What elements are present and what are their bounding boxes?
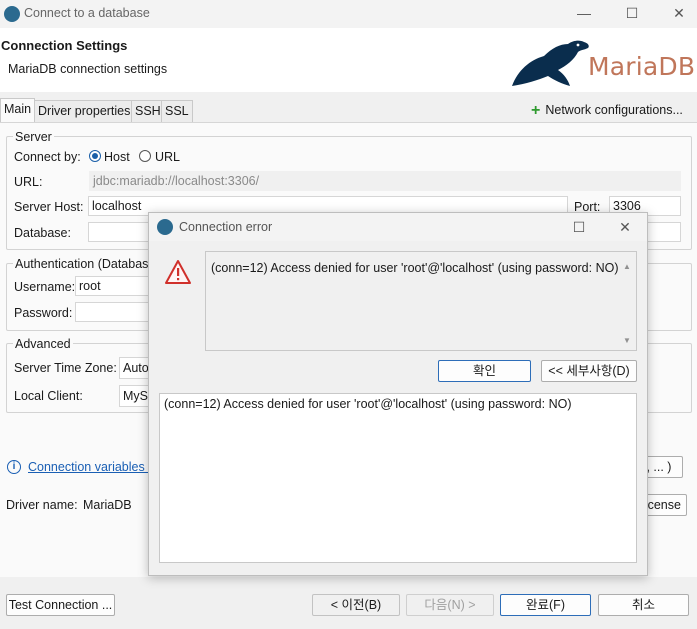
password-input[interactable]: [75, 302, 155, 322]
close-button[interactable]: ✕: [664, 3, 694, 25]
url-field[interactable]: jdbc:mariadb://localhost:3306/: [89, 171, 681, 191]
error-message: (conn=12) Access denied for user 'root'@…: [211, 261, 619, 275]
wizard-header: Connection Settings MariaDB connection s…: [0, 28, 697, 92]
error-message-box[interactable]: (conn=12) Access denied for user 'root'@…: [205, 251, 637, 351]
dialog-titlebar: Connection error ☐ ✕: [149, 213, 647, 241]
advanced-group-title: Advanced: [13, 337, 73, 351]
local-client-label: Local Client:: [14, 389, 83, 403]
info-icon: i: [7, 460, 21, 474]
database-label: Database:: [14, 226, 71, 240]
dialog-maximize-button[interactable]: ☐: [564, 217, 594, 239]
driver-name-label: Driver name:: [6, 498, 78, 512]
tab-main[interactable]: Main: [0, 98, 36, 122]
window-title: Connect to a database: [24, 6, 150, 20]
cancel-button[interactable]: 취소: [598, 594, 689, 616]
network-configurations-label: Network configurations...: [545, 103, 683, 117]
sea-lion-icon: [512, 40, 589, 86]
server-time-zone-label: Server Time Zone:: [14, 361, 117, 375]
server-group-title: Server: [13, 130, 54, 144]
url-radio-label: URL: [155, 150, 181, 164]
page-title: Connection Settings: [1, 38, 128, 53]
password-label: Password:: [14, 306, 73, 320]
tab-ssh[interactable]: SSH: [131, 100, 165, 122]
scroll-down-arrow-icon[interactable]: ▼: [623, 336, 631, 345]
network-configurations-link[interactable]: + Network configurations...: [531, 101, 683, 119]
auth-group-title: Authentication (Database: [13, 257, 158, 271]
url-radio[interactable]: [139, 150, 151, 162]
scroll-up-arrow-icon[interactable]: ▲: [623, 262, 631, 271]
connect-by-label: Connect by:: [14, 150, 81, 164]
host-radio[interactable]: [89, 150, 101, 162]
tab-driver-properties[interactable]: Driver properties: [34, 100, 135, 122]
error-details-box[interactable]: (conn=12) Access denied for user 'root'@…: [159, 393, 637, 563]
username-label: Username:: [14, 280, 76, 294]
tab-ssl[interactable]: SSL: [161, 100, 193, 122]
ok-button[interactable]: 확인: [438, 360, 531, 382]
back-button[interactable]: < 이전(B): [312, 594, 400, 616]
connection-error-dialog: Connection error ☐ ✕ (conn=12) Access de…: [148, 212, 648, 576]
dialog-title: Connection error: [179, 220, 273, 234]
error-detail-text: (conn=12) Access denied for user 'root'@…: [164, 397, 572, 411]
dbeaver-app-icon: [4, 6, 20, 22]
host-radio-label: Host: [104, 150, 130, 164]
test-connection-button[interactable]: Test Connection ...: [6, 594, 115, 616]
dbeaver-app-icon: [157, 219, 173, 235]
dialog-close-button[interactable]: ✕: [610, 217, 640, 239]
warning-icon: [165, 260, 191, 284]
server-host-label: Server Host:: [14, 200, 84, 214]
message-scrollbar[interactable]: ▲ ▼: [619, 252, 636, 350]
details-button[interactable]: << 세부사항(D): [541, 360, 637, 382]
maximize-button[interactable]: ☐: [617, 3, 647, 25]
window-titlebar: Connect to a database — ☐ ✕: [0, 0, 697, 28]
finish-button[interactable]: 완료(F): [500, 594, 591, 616]
logo-text: MariaDB: [588, 52, 696, 81]
mariadb-logo: MariaDB: [508, 30, 697, 90]
username-input[interactable]: root: [75, 276, 155, 296]
page-subtitle: MariaDB connection settings: [8, 62, 168, 76]
driver-name-value: MariaDB: [83, 498, 132, 512]
next-button[interactable]: 다음(N) >: [406, 594, 494, 616]
minimize-button[interactable]: —: [569, 3, 599, 25]
plus-icon: +: [531, 102, 541, 119]
url-label: URL:: [14, 175, 43, 189]
connection-variables-link[interactable]: Connection variables i: [28, 460, 151, 474]
